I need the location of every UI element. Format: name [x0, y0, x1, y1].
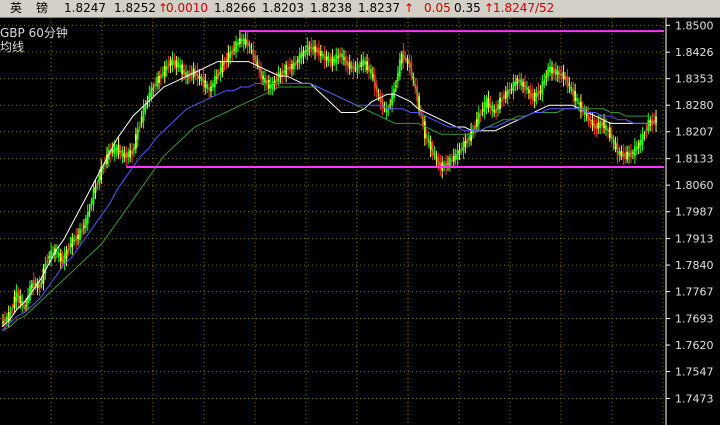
- y-tick-label: 1.7987: [675, 206, 714, 219]
- y-tick-label: 1.7693: [675, 313, 714, 326]
- candles: [2, 31, 657, 331]
- last-price: 1.8238: [310, 1, 352, 15]
- chart-title: GBP 60分钟: [0, 25, 68, 40]
- last-tick: 1.8247/52: [493, 1, 555, 15]
- y-tick-label: 1.8060: [675, 179, 714, 192]
- ma-line-white: [1, 61, 657, 328]
- ask-price: 1.8266: [214, 1, 256, 15]
- y-tick-label: 1.8500: [675, 19, 714, 32]
- y-tick-label: 1.8426: [675, 46, 714, 59]
- pct-arrow-icon: ↑: [404, 1, 415, 15]
- chart-window: 英 镑 1.8247 1.8252 ↑ 0.0010 1.8266 1.8203…: [0, 0, 720, 425]
- bid-price: 1.8203: [262, 1, 304, 15]
- ma-line-blue: [1, 82, 657, 331]
- price-line: [1, 39, 658, 324]
- open-price: 1.8247: [64, 1, 106, 15]
- chart-subtitle: 均线: [0, 40, 24, 54]
- price-change: 0.0010: [166, 1, 208, 15]
- y-axis: 1.8500 1.8426 1.8353 1.8280 1.8207 1.8133 1.80…: [666, 19, 714, 405]
- quote-bar: 英 镑 1.8247 1.8252 ↑ 0.0010 1.8266 1.8203…: [0, 0, 720, 18]
- y-tick-label: 1.7473: [675, 392, 714, 405]
- prev-price: 1.8237: [358, 1, 400, 15]
- y-tick-label: 1.8207: [675, 126, 714, 139]
- y-tick-label: 1.7913: [675, 233, 714, 246]
- y-tick-label: 1.8133: [675, 153, 714, 166]
- y-tick-label: 1.7620: [675, 339, 714, 352]
- symbol-name-1: 英: [10, 1, 23, 15]
- ma-line-green: [1, 86, 657, 331]
- y-tick-label: 1.8353: [675, 73, 714, 86]
- price-range: 0.35: [454, 1, 481, 15]
- y-tick-label: 1.8280: [675, 99, 714, 112]
- price-chart[interactable]: 1.8500 1.8426 1.8353 1.8280 1.8207 1.8133 1.80…: [0, 18, 720, 425]
- y-tick-label: 1.7767: [675, 286, 714, 299]
- pct-change: 0.05: [424, 1, 451, 15]
- y-tick-label: 1.7840: [675, 259, 714, 272]
- y-tick-label: 1.7547: [675, 366, 714, 379]
- high-price: 1.8252: [114, 1, 156, 15]
- symbol-name-2: 镑: [36, 1, 49, 15]
